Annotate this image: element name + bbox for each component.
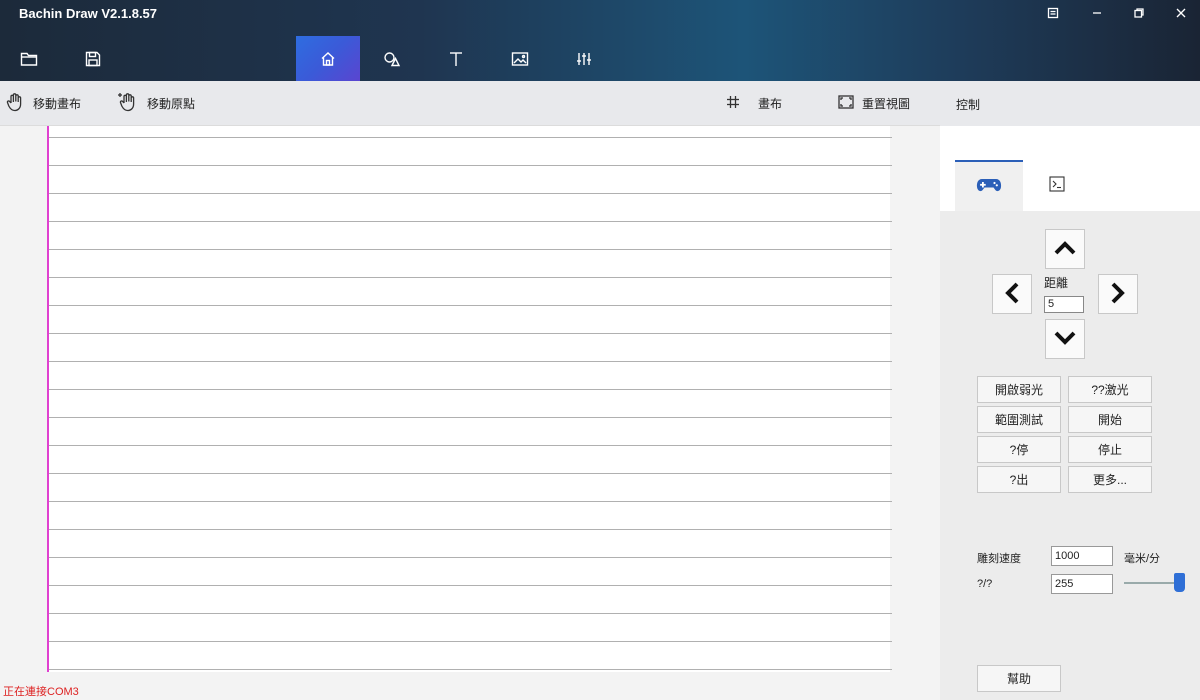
tab-control[interactable] [955, 160, 1023, 211]
speed-label: 雕刻速度 [977, 553, 1021, 565]
panel-header: 控制 [940, 81, 1200, 126]
move-origin-label: 移動原點 [147, 97, 196, 111]
stop-button[interactable]: 停止 [1068, 436, 1152, 463]
terminal-icon [1049, 176, 1065, 195]
pause-button[interactable]: ?停 [977, 436, 1061, 463]
ruled-line [49, 389, 892, 390]
canvas-toolbar: 移動畫布 移動原點 畫布 重置視圖 [0, 81, 940, 126]
ruled-line [49, 585, 892, 586]
canvas-area[interactable] [0, 126, 940, 700]
speed-unit: 毫米/分 [1124, 553, 1161, 565]
close-icon[interactable] [1168, 2, 1194, 24]
canvas-label: 畫布 [758, 97, 783, 111]
panel-tabs [940, 126, 1200, 211]
drawing-canvas[interactable] [47, 126, 892, 672]
chevron-up-icon [1054, 240, 1076, 258]
laser-button[interactable]: ??激光 [1068, 376, 1152, 403]
chevron-right-icon [1111, 282, 1125, 307]
minimize-icon[interactable] [1084, 2, 1110, 24]
help-button[interactable]: 幫助 [977, 665, 1061, 692]
power-slider-thumb[interactable] [1174, 573, 1185, 592]
title-toolbar-band: Bachin Draw V2.1.8.57 [0, 0, 1200, 81]
distance-label: 距離 [1044, 276, 1069, 290]
ruled-line [49, 221, 892, 222]
speed-input[interactable]: 1000 [1051, 546, 1113, 566]
power-input[interactable]: 255 [1051, 574, 1113, 594]
control-panel: 控制 距離 5 開啟弱光 ??激光 範圍測試 開始 ?停 停止 ?出 更多...… [940, 81, 1200, 700]
jog-right-button[interactable] [1098, 274, 1138, 314]
folder-icon[interactable] [0, 36, 61, 81]
ruled-line [49, 557, 892, 558]
move-origin-button[interactable]: 移動原點 [117, 81, 195, 126]
settings-sliders-icon[interactable] [552, 36, 616, 81]
ruled-line [49, 641, 892, 642]
export-button[interactable]: ?出 [977, 466, 1061, 493]
move-canvas-button[interactable]: 移動畫布 [5, 81, 81, 126]
gamepad-icon [976, 177, 1002, 196]
reset-view-button[interactable]: 重置視圖 [838, 81, 910, 126]
ruled-line [49, 417, 892, 418]
tab-console[interactable] [1023, 160, 1091, 211]
fit-view-icon [838, 95, 854, 112]
ruled-line [49, 305, 892, 306]
home-icon[interactable] [296, 36, 360, 81]
ruled-line [49, 529, 892, 530]
status-text: 正在連接COM3 [3, 686, 79, 698]
jog-left-button[interactable] [992, 274, 1032, 314]
canvas-grid-button[interactable]: 畫布 [726, 81, 782, 126]
weak-light-button[interactable]: 開啟弱光 [977, 376, 1061, 403]
chevron-left-icon [1005, 282, 1019, 307]
ruled-line [49, 277, 892, 278]
ruled-line [49, 361, 892, 362]
distance-input[interactable]: 5 [1044, 296, 1084, 313]
grid-icon [726, 95, 740, 112]
ruled-line [49, 473, 892, 474]
panel-title: 控制 [956, 98, 981, 112]
shapes-icon[interactable] [360, 36, 424, 81]
menu-icon[interactable] [1040, 2, 1066, 24]
chevron-down-icon [1054, 331, 1076, 348]
text-icon[interactable] [424, 36, 488, 81]
ruled-line [49, 445, 892, 446]
start-button[interactable]: 開始 [1068, 406, 1152, 433]
ruled-line [49, 165, 892, 166]
ruled-line [49, 249, 892, 250]
hand-icon [5, 92, 25, 115]
ruled-line [49, 613, 892, 614]
app-title: Bachin Draw V2.1.8.57 [19, 6, 158, 21]
ruled-line [49, 137, 892, 138]
hand-plus-icon [117, 92, 139, 115]
jog-down-button[interactable] [1045, 319, 1085, 359]
reset-view-label: 重置視圖 [862, 97, 911, 111]
ruled-line [49, 333, 892, 334]
save-icon[interactable] [61, 36, 125, 81]
maximize-icon[interactable] [1126, 2, 1152, 24]
more-button[interactable]: 更多... [1068, 466, 1152, 493]
ruled-line [49, 193, 892, 194]
range-test-button[interactable]: 範圍測試 [977, 406, 1061, 433]
move-canvas-label: 移動畫布 [33, 97, 82, 111]
ruled-line [49, 501, 892, 502]
ruled-line [49, 669, 892, 670]
image-icon[interactable] [488, 36, 552, 81]
jog-up-button[interactable] [1045, 229, 1085, 269]
power-label: ?/? [977, 578, 993, 590]
